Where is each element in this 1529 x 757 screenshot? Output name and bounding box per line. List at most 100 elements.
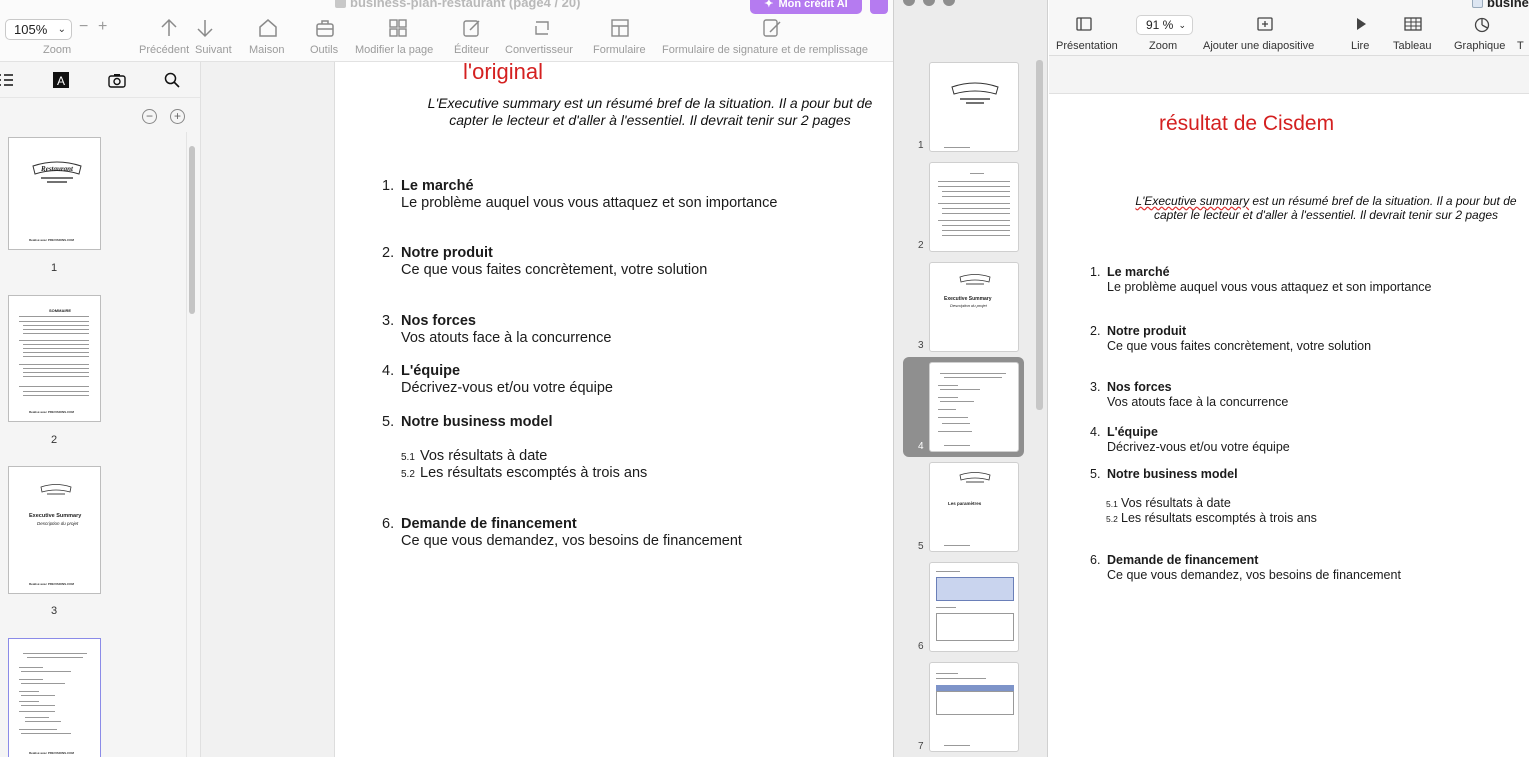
ai-extra-button[interactable] <box>870 0 888 14</box>
pdf-toolbar: business-plan-restaurant (page4 / 20) ✦ M… <box>0 0 893 62</box>
home-label[interactable]: Maison <box>249 44 284 56</box>
sidebar-scrollbar[interactable] <box>189 146 195 314</box>
presentation-icon[interactable] <box>1076 17 1092 31</box>
slide-section-1: 1. Le marché Le problème auquel vous vous … <box>1090 265 1432 294</box>
section-title: Nos forces <box>1107 380 1172 394</box>
page-thumbnail-2[interactable]: SOMMAIRE Realisé avec PREVISIONS.COM <box>8 295 101 422</box>
sign-icon[interactable] <box>762 18 782 38</box>
subsection-text: Vos résultats à date <box>1121 496 1231 510</box>
slide-thumbnail-1[interactable] <box>929 62 1019 152</box>
zoom-window-button[interactable] <box>943 0 955 6</box>
slide-thumbnail-4[interactable] <box>929 362 1019 452</box>
thumb-page-number: 1 <box>50 262 58 274</box>
slide-number: 6 <box>918 641 924 652</box>
slide-thumbnail-5[interactable]: Les paramètres <box>929 462 1019 552</box>
section-desc: Le problème auquel vous vous attaquez et… <box>1107 280 1432 294</box>
navigator-scrollbar[interactable] <box>1036 60 1043 410</box>
page-thumbnail-4[interactable]: Realisé avec PREVISIONS.COM <box>8 638 101 757</box>
page-thumbnail-1[interactable]: Restaurant Realisé avec PREVISIONS.COM <box>8 137 101 250</box>
zoom-label: Zoom <box>1149 40 1178 52</box>
thumb-zoom-out-icon[interactable]: − <box>142 109 157 124</box>
text-line <box>19 701 39 702</box>
editor-label[interactable]: Éditeur <box>454 44 489 56</box>
convert-icon[interactable] <box>532 18 552 38</box>
slide-navigator: 1 2 Executive Summary Description du pro… <box>894 0 1048 757</box>
home-icon[interactable] <box>258 18 278 38</box>
zoom-in-button[interactable]: + <box>98 18 107 36</box>
toc-line <box>23 372 89 373</box>
text-line <box>21 683 65 684</box>
svg-text:A: A <box>57 74 65 88</box>
text-icon[interactable]: A <box>53 72 69 88</box>
zoom-select[interactable]: 105% ⌄ <box>5 19 72 40</box>
subsection-text: Vos résultats à date <box>420 448 548 464</box>
play-icon[interactable] <box>1354 17 1368 31</box>
text-line <box>19 691 39 692</box>
footer-line <box>944 545 970 546</box>
table-label[interactable]: Tableau <box>1393 40 1432 52</box>
slide-subsection-5-1: 5.1 Vos résultats à date <box>1106 496 1231 510</box>
ai-credit-button[interactable]: ✦ Mon crédit AI <box>750 0 862 14</box>
more-toolbar-item[interactable]: T <box>1517 40 1524 52</box>
toc-line <box>23 325 89 326</box>
presentation-label[interactable]: Présentation <box>1056 40 1118 52</box>
arrow-down-icon[interactable] <box>196 18 214 38</box>
chart-label[interactable]: Graphique <box>1454 40 1505 52</box>
toolbox-icon[interactable] <box>315 18 335 38</box>
section-desc: Ce que vous demandez, vos besoins de fin… <box>1107 568 1401 582</box>
file-icon <box>335 0 346 8</box>
edit-icon[interactable] <box>462 18 482 38</box>
prev-label[interactable]: Précédent <box>139 44 189 56</box>
footer-line <box>944 147 970 148</box>
grid-icon[interactable] <box>388 18 408 38</box>
text-line <box>19 679 43 680</box>
form-icon[interactable] <box>610 18 630 38</box>
section-2: 2. Notre produit Ce que vous faites concrè… <box>382 245 707 278</box>
section-desc: Décrivez-vous et/ou votre équipe <box>401 380 613 396</box>
slide-thumbnail-7[interactable] <box>929 662 1019 752</box>
file-icon <box>1472 0 1483 8</box>
footer-line <box>944 745 970 746</box>
sign-fill-label[interactable]: Formulaire de signature et de remplissag… <box>662 44 868 56</box>
cisdem-result-label: résultat de Cisdem <box>1159 112 1335 135</box>
slide-thumbnail-3[interactable]: Executive Summary Description du projet <box>929 262 1019 352</box>
tools-label[interactable]: Outils <box>310 44 338 56</box>
footer-line <box>944 445 970 446</box>
zoom-out-button[interactable]: − <box>79 18 88 36</box>
close-window-button[interactable] <box>903 0 915 6</box>
arrow-up-icon[interactable] <box>160 18 178 38</box>
subsection-5-2: 5.2 Les résultats escomptés à trois ans <box>401 465 647 481</box>
slide-summary-line-2: capter le lecteur et d'aller à l'essenti… <box>1153 208 1499 222</box>
form-label[interactable]: Formulaire <box>593 44 646 56</box>
converter-label[interactable]: Convertisseur <box>505 44 573 56</box>
section-3: 3. Nos forces Vos atouts face à la concurr… <box>382 313 611 346</box>
slide-thumbnail-2[interactable] <box>929 162 1019 252</box>
play-label[interactable]: Lire <box>1351 40 1369 52</box>
restaurant-logo-icon <box>951 82 999 104</box>
add-slide-label[interactable]: Ajouter une diapositive <box>1203 40 1314 52</box>
subsection-number: 5.2 <box>401 469 415 480</box>
next-label[interactable]: Suivant <box>195 44 232 56</box>
slide-section-5: 5. Notre business model <box>1090 467 1238 481</box>
chart-icon[interactable] <box>1474 17 1490 33</box>
edit-page-label[interactable]: Modifier la page <box>355 44 433 56</box>
table-icon[interactable] <box>1404 17 1422 31</box>
slide-thumbnail-6[interactable] <box>929 562 1019 652</box>
zoom-select[interactable]: 91 % ⌄ <box>1136 15 1193 35</box>
toc-line <box>19 316 89 317</box>
section-number: 2. <box>1090 324 1101 338</box>
slide-number: 7 <box>918 741 924 752</box>
add-slide-icon[interactable] <box>1257 17 1273 31</box>
subsection-text: Les résultats escomptés à trois ans <box>420 465 648 481</box>
table-block <box>936 577 1014 601</box>
list-icon[interactable] <box>0 72 14 88</box>
page-thumbnail-3[interactable]: Executive Summary Description du projet … <box>8 466 101 594</box>
thumb-zoom-in-icon[interactable]: + <box>170 109 185 124</box>
section-6: 6. Demande de financement Ce que vous dema… <box>382 516 742 549</box>
slide-section-6: 6. Demande de financement Ce que vous dema… <box>1090 553 1401 582</box>
camera-icon[interactable] <box>108 72 126 88</box>
summary-line-1: L'Executive summary est un résumé bref d… <box>427 95 873 111</box>
search-icon[interactable] <box>164 72 180 88</box>
toc-line <box>23 376 89 377</box>
minimize-window-button[interactable] <box>923 0 935 6</box>
